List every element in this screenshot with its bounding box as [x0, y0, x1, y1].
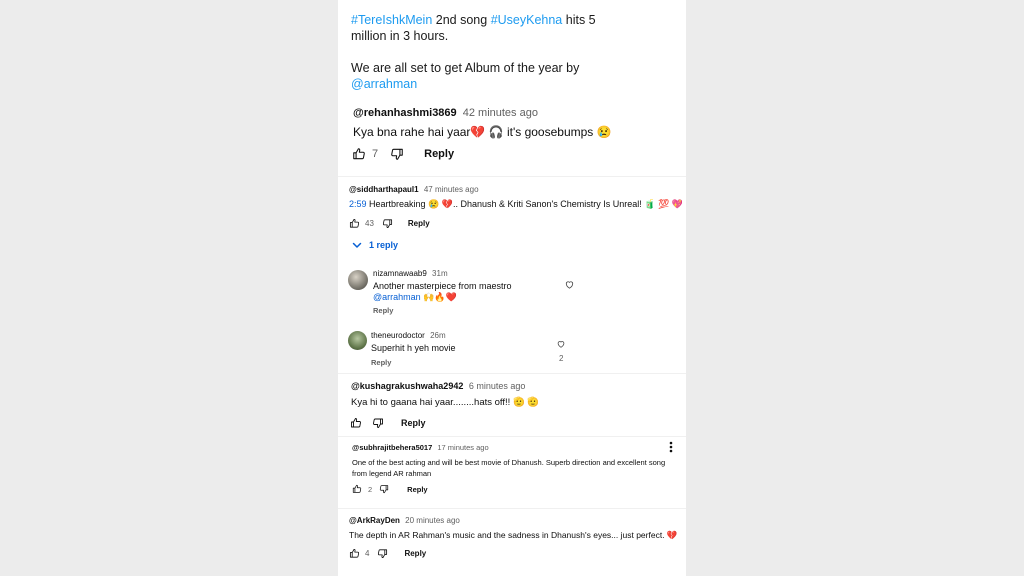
reply-time: 26m [430, 331, 446, 340]
reply-text-body: Another masterpiece from maestro [373, 281, 512, 291]
comment: @kushagrakushwaha2942 6 minutes ago [351, 381, 686, 391]
comment-time: 6 minutes ago [468, 381, 526, 391]
comment-time: 47 minutes ago [423, 185, 479, 194]
like-count: 2 [368, 484, 373, 494]
thumb-down-icon[interactable] [377, 548, 388, 559]
reply-button[interactable]: Reply [373, 306, 686, 315]
post-text: #TereIshkMein 2nd song #UseyKehna hits 5… [351, 12, 671, 92]
thumb-up-icon[interactable] [352, 147, 366, 161]
hashtag-useykehna[interactable]: #UseyKehna [491, 13, 563, 27]
comment-text: One of the best acting and will be best … [352, 457, 686, 479]
comment-actions: 43 Reply [349, 218, 686, 229]
comment-text-body: Heartbreaking 😢 💔.. Dhanush & Kriti Sano… [366, 199, 683, 209]
comment-time: 17 minutes ago [437, 443, 489, 452]
heart-outline-icon[interactable] [556, 339, 566, 349]
reply: theneurodoctor 26m [371, 331, 686, 340]
thumb-up-icon[interactable] [349, 548, 360, 559]
comment-text: The depth in AR Rahman's music and the s… [349, 530, 678, 540]
comment-text-line: from legend AR rahman [352, 469, 432, 478]
like-count: 43 [365, 219, 374, 228]
view-replies-toggle[interactable]: 1 reply [351, 239, 686, 251]
comment-actions: 7 Reply [352, 147, 686, 161]
comment-author[interactable]: @siddharthapaul1 [349, 185, 419, 194]
comment: @siddharthapaul1 47 minutes ago [349, 185, 686, 194]
chevron-down-icon [351, 239, 363, 251]
thumb-up-icon[interactable] [349, 218, 360, 229]
reply-button[interactable]: Reply [424, 148, 454, 160]
comment: @subhrajitbehera5017 17 minutes ago [352, 443, 686, 452]
comment-text-line: One of the best acting and will be best … [352, 458, 666, 467]
divider [338, 436, 686, 437]
post-line-3: We are all set to get Album of the year … [351, 61, 580, 75]
comments-panel: #TereIshkMein 2nd song #UseyKehna hits 5… [338, 0, 686, 576]
post-text-part: 2nd song [432, 13, 491, 27]
post-line-2: million in 3 hours. [351, 29, 449, 43]
comment-time: 20 minutes ago [405, 516, 460, 525]
thumb-down-icon[interactable] [382, 218, 393, 229]
comment-author[interactable]: @ArkRayDen [349, 516, 400, 525]
avatar[interactable] [348, 270, 368, 290]
comment-time: 42 minutes ago [462, 107, 538, 119]
comment-actions: 4 Reply [349, 548, 686, 559]
reply-text: Another masterpiece from maestro @arrahm… [373, 281, 686, 303]
mention-arrahman[interactable]: @arrahman [351, 77, 417, 91]
more-vert-icon[interactable] [669, 441, 673, 453]
video-timestamp-link[interactable]: 2:59 [349, 199, 367, 209]
avatar[interactable] [348, 331, 367, 350]
like-count: 7 [372, 148, 379, 160]
replies-count: 1 reply [369, 240, 399, 250]
comment-actions: 2 Reply [352, 484, 686, 494]
reply: nizamnawaab9 31m [373, 269, 686, 278]
reply-button[interactable]: Reply [404, 549, 426, 558]
reply-button[interactable]: Reply [407, 485, 427, 494]
reply-time: 31m [432, 269, 448, 278]
thumb-down-icon[interactable] [379, 484, 389, 494]
like-count: 4 [365, 549, 370, 558]
comment: @rehanhashmi3869 42 minutes ago [353, 107, 686, 119]
comment-author[interactable]: @rehanhashmi3869 [353, 107, 457, 119]
thumb-up-icon[interactable] [352, 484, 362, 494]
comment-text: Kya bna rahe hai yaar💔 🎧 it's goosebumps… [353, 125, 612, 139]
divider [338, 508, 686, 509]
comment: @ArkRayDen 20 minutes ago [349, 516, 686, 525]
post-text-part: hits 5 [562, 13, 596, 27]
reply-author[interactable]: nizamnawaab9 [373, 269, 427, 278]
reply-button[interactable]: Reply [401, 418, 426, 428]
like-count: 2 [559, 354, 564, 363]
divider [338, 373, 686, 374]
reply-button[interactable]: Reply [408, 219, 430, 228]
reply-emoji: 🙌🔥❤️ [420, 292, 457, 302]
reply-author[interactable]: theneurodoctor [371, 331, 425, 340]
heart-outline-icon[interactable] [564, 279, 575, 290]
divider [338, 176, 686, 177]
comment-text: Kya hi to gaana hai yaar........hats off… [351, 397, 540, 408]
reply-text: Superhit h yeh movie [371, 343, 456, 353]
thumb-down-icon[interactable] [390, 147, 404, 161]
hashtag-tereishkmein[interactable]: #TereIshkMein [351, 13, 432, 27]
comment-text: 2:59 Heartbreaking 😢 💔.. Dhanush & Kriti… [349, 199, 686, 210]
comment-author[interactable]: @kushagrakushwaha2942 [351, 381, 463, 391]
comment-actions: Reply [350, 417, 686, 429]
thumb-down-icon[interactable] [372, 417, 384, 429]
comment-author[interactable]: @subhrajitbehera5017 [352, 443, 432, 452]
thumb-up-icon[interactable] [350, 417, 362, 429]
mention-arrahman[interactable]: @arrahman [373, 292, 421, 302]
